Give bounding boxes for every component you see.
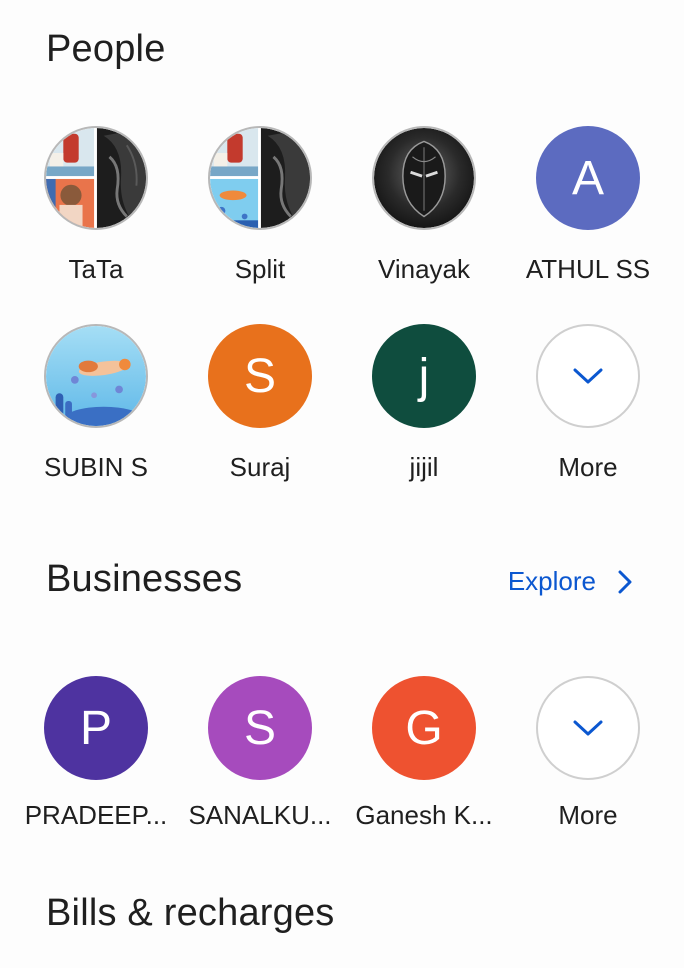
business-pradeep[interactable]: P PRADEEP... (14, 676, 178, 831)
contact-photo (372, 126, 476, 230)
business-sanalku[interactable]: S SANALKU... (178, 676, 342, 831)
contact-name: Suraj (229, 452, 291, 482)
initial-avatar: S (208, 324, 312, 428)
contact-tata[interactable]: TaTa (14, 126, 178, 285)
avatar-initial: A (571, 151, 604, 205)
contact-athul-ss[interactable]: A ATHUL SS (506, 126, 670, 285)
group-avatar (208, 126, 312, 230)
group-photo-collage (46, 128, 146, 228)
group-photo-collage (210, 128, 310, 228)
business-name: SANALKU... (188, 800, 332, 830)
contact-vinayak[interactable]: Vinayak (342, 126, 506, 285)
contact-name: Split (234, 254, 286, 284)
business-ganesh[interactable]: G Ganesh K... (342, 676, 506, 831)
avatar-initial: G (405, 701, 443, 755)
contact-jijil[interactable]: j jijil (342, 324, 506, 483)
people-more-button[interactable]: More (506, 324, 670, 483)
chevron-down-icon (573, 720, 603, 736)
people-grid-row-2: SUBIN S S Suraj j jijil More (14, 324, 670, 483)
initial-avatar: G (372, 676, 476, 780)
initial-avatar: S (208, 676, 312, 780)
bills-section-title: Bills & recharges (46, 892, 335, 934)
contact-name: Vinayak (377, 254, 471, 284)
explore-link[interactable]: Explore (508, 566, 632, 597)
business-name: Ganesh K... (355, 800, 493, 830)
avatar-initial: j (418, 349, 430, 403)
avatar-initial: S (243, 701, 276, 755)
contact-suraj[interactable]: S Suraj (178, 324, 342, 483)
businesses-section-title: Businesses (46, 558, 243, 600)
contact-name: ATHUL SS (525, 254, 651, 284)
chevron-down-icon (573, 368, 603, 384)
avatar-initial: P (79, 701, 112, 755)
group-avatar (44, 126, 148, 230)
contact-photo (44, 324, 148, 428)
photo-avatar (46, 326, 146, 426)
more-label: More (558, 800, 618, 830)
contact-name: TaTa (68, 254, 124, 284)
more-circle (536, 324, 640, 428)
explore-label: Explore (507, 566, 596, 596)
contact-name: jijil (409, 452, 439, 482)
chevron-right-icon (618, 570, 632, 593)
photo-avatar (374, 128, 474, 228)
people-grid-row-1: TaTa Split Vinayak A ATHUL SS (14, 126, 670, 285)
initial-avatar: A (536, 126, 640, 230)
avatar-initial: S (243, 349, 276, 403)
people-section-title: People (46, 28, 166, 70)
more-circle (536, 676, 640, 780)
businesses-more-button[interactable]: More (506, 676, 670, 831)
more-label: More (558, 452, 618, 482)
initial-avatar: P (44, 676, 148, 780)
businesses-grid: P PRADEEP... S SANALKU... G Ganesh K... … (14, 676, 670, 831)
contact-subin-s[interactable]: SUBIN S (14, 324, 178, 483)
business-name: PRADEEP... (24, 800, 168, 830)
initial-avatar: j (372, 324, 476, 428)
contact-split[interactable]: Split (178, 126, 342, 285)
contact-name: SUBIN S (43, 452, 149, 482)
